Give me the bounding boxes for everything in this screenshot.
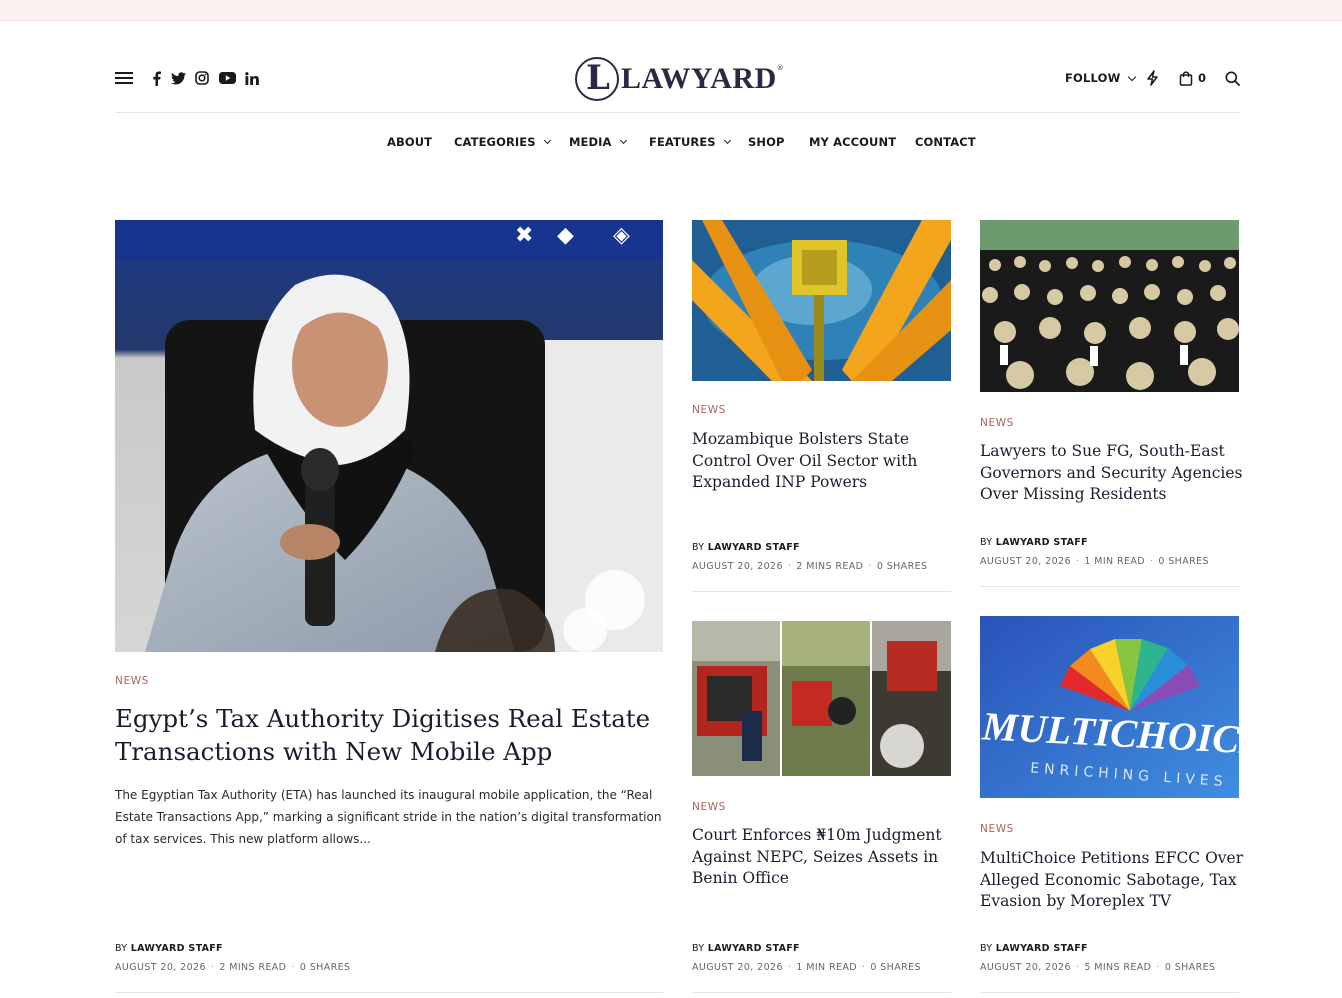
byline-prefix: BY (692, 943, 705, 954)
top-notice-bar (0, 0, 1342, 21)
nav-item-features[interactable]: FEATURES (649, 135, 731, 149)
logo-registered-mark: ® (776, 64, 784, 72)
lightning-icon[interactable] (1146, 69, 1159, 87)
nav-label: FEATURES (649, 135, 716, 149)
search-icon[interactable] (1225, 69, 1240, 87)
article-byline: BY LAWYARD STAFF (980, 943, 1088, 954)
featured-title[interactable]: Egypt’s Tax Authority Digitises Real Est… (115, 702, 665, 768)
featured-category[interactable]: NEWS (115, 675, 149, 687)
nav-label: SHOP (748, 135, 785, 149)
nav-label: ABOUT (387, 135, 433, 149)
article-title[interactable]: Court Enforces ₦10m Judgment Against NEP… (692, 825, 957, 890)
article-byline: BY LAWYARD STAFF (980, 537, 1088, 548)
nav-item-contact[interactable]: CONTACT (915, 135, 976, 149)
nav-label: MEDIA (569, 135, 612, 149)
share-count: 0 SHARES (1164, 962, 1216, 973)
nav-item-media[interactable]: MEDIA (569, 135, 627, 149)
article-byline: BY LAWYARD STAFF (692, 943, 800, 954)
share-count: 0 SHARES (876, 561, 928, 572)
featured-article-image[interactable]: ✖ ◆ ◈ (115, 220, 663, 652)
read-time: 1 MIN READ (796, 962, 857, 973)
youtube-icon[interactable] (218, 69, 236, 87)
read-time: 2 MINS READ (796, 561, 864, 572)
post-date: AUGUST 20, 2026 (115, 962, 206, 973)
chevron-down-icon (543, 136, 551, 145)
logo-mark-icon: L (575, 57, 619, 101)
shopping-bag-icon (1179, 70, 1193, 86)
linkedin-icon[interactable] (243, 69, 261, 87)
follow-label: FOLLOW (1065, 71, 1121, 85)
divider (692, 992, 951, 993)
chevron-down-icon (619, 136, 627, 145)
chevron-down-icon (723, 136, 731, 145)
article-meta: AUGUST 20, 2026 · 5 MINS READ · 0 SHARES (980, 962, 1216, 973)
author-link[interactable]: LAWYARD STAFF (708, 943, 800, 954)
divider (115, 992, 663, 993)
share-count: 0 SHARES (299, 962, 351, 973)
byline-prefix: BY (980, 943, 993, 954)
svg-text:◆: ◆ (557, 223, 574, 248)
share-count: 0 SHARES (1158, 556, 1209, 567)
author-link[interactable]: LAWYARD STAFF (708, 542, 800, 553)
article-image[interactable] (980, 220, 1239, 392)
divider (980, 992, 1239, 993)
article-title[interactable]: MultiChoice Petitions EFCC Over Alleged … (980, 848, 1245, 913)
nav-item-my-account[interactable]: MY ACCOUNT (809, 135, 896, 149)
nav-label: MY ACCOUNT (809, 135, 897, 149)
nav-label: CATEGORIES (454, 135, 536, 149)
share-count: 0 SHARES (870, 962, 921, 973)
article-meta: AUGUST 20, 2026 · 1 MIN READ · 0 SHARES (980, 556, 1209, 567)
post-date: AUGUST 20, 2026 (692, 962, 783, 973)
instagram-icon[interactable] (193, 69, 211, 87)
article-meta: AUGUST 20, 2026 · 1 MIN READ · 0 SHARES (692, 962, 921, 973)
site-logo[interactable]: L LAWYARD ® (575, 56, 784, 102)
logo-text: LAWYARD (621, 62, 777, 95)
byline-prefix: BY (115, 943, 128, 954)
svg-text:✖: ✖ (515, 223, 533, 248)
nav-item-shop[interactable]: SHOP (748, 135, 785, 149)
facebook-icon[interactable] (147, 69, 165, 87)
read-time: 1 MIN READ (1084, 556, 1145, 567)
byline-prefix: BY (692, 542, 705, 553)
nav-label: CONTACT (915, 135, 976, 149)
article-category[interactable]: NEWS (692, 801, 726, 813)
featured-meta: AUGUST 20, 2026 · 2 MINS READ · 0 SHARES (115, 962, 351, 973)
post-date: AUGUST 20, 2026 (692, 561, 783, 572)
article-image[interactable]: MULTICHOICE ENRICHING LIVES (980, 616, 1239, 798)
svg-text:◈: ◈ (613, 223, 630, 248)
article-image[interactable] (692, 220, 951, 381)
chevron-down-icon (1127, 72, 1136, 81)
cart-button[interactable]: 0 (1179, 69, 1206, 87)
article-meta: AUGUST 20, 2026 · 2 MINS READ · 0 SHARES (692, 561, 928, 572)
article-title[interactable]: Mozambique Bolsters State Control Over O… (692, 429, 957, 494)
article-category[interactable]: NEWS (980, 417, 1014, 429)
featured-byline: BY LAWYARD STAFF (115, 943, 223, 954)
cart-count: 0 (1198, 71, 1207, 85)
read-time: 2 MINS READ (219, 962, 287, 973)
byline-prefix: BY (980, 537, 993, 548)
nav-item-about[interactable]: ABOUT (387, 135, 432, 149)
divider (692, 591, 951, 592)
nav-item-categories[interactable]: CATEGORIES (454, 135, 551, 149)
article-image[interactable] (692, 621, 951, 776)
post-date: AUGUST 20, 2026 (980, 556, 1071, 567)
read-time: 5 MINS READ (1084, 962, 1152, 973)
article-category[interactable]: NEWS (980, 823, 1014, 835)
author-link[interactable]: LAWYARD STAFF (131, 943, 223, 954)
header-divider (115, 112, 1239, 113)
twitter-icon[interactable] (169, 69, 187, 87)
follow-dropdown[interactable]: FOLLOW (1065, 71, 1136, 85)
divider (980, 586, 1239, 587)
author-link[interactable]: LAWYARD STAFF (996, 537, 1088, 548)
featured-excerpt: The Egyptian Tax Authority (ETA) has lau… (115, 788, 662, 846)
article-category[interactable]: NEWS (692, 404, 726, 416)
author-link[interactable]: LAWYARD STAFF (996, 943, 1088, 954)
post-date: AUGUST 20, 2026 (980, 962, 1071, 973)
article-title[interactable]: Lawyers to Sue FG, South-East Governors … (980, 441, 1245, 506)
menu-icon[interactable] (115, 72, 133, 84)
article-byline: BY LAWYARD STAFF (692, 542, 800, 553)
